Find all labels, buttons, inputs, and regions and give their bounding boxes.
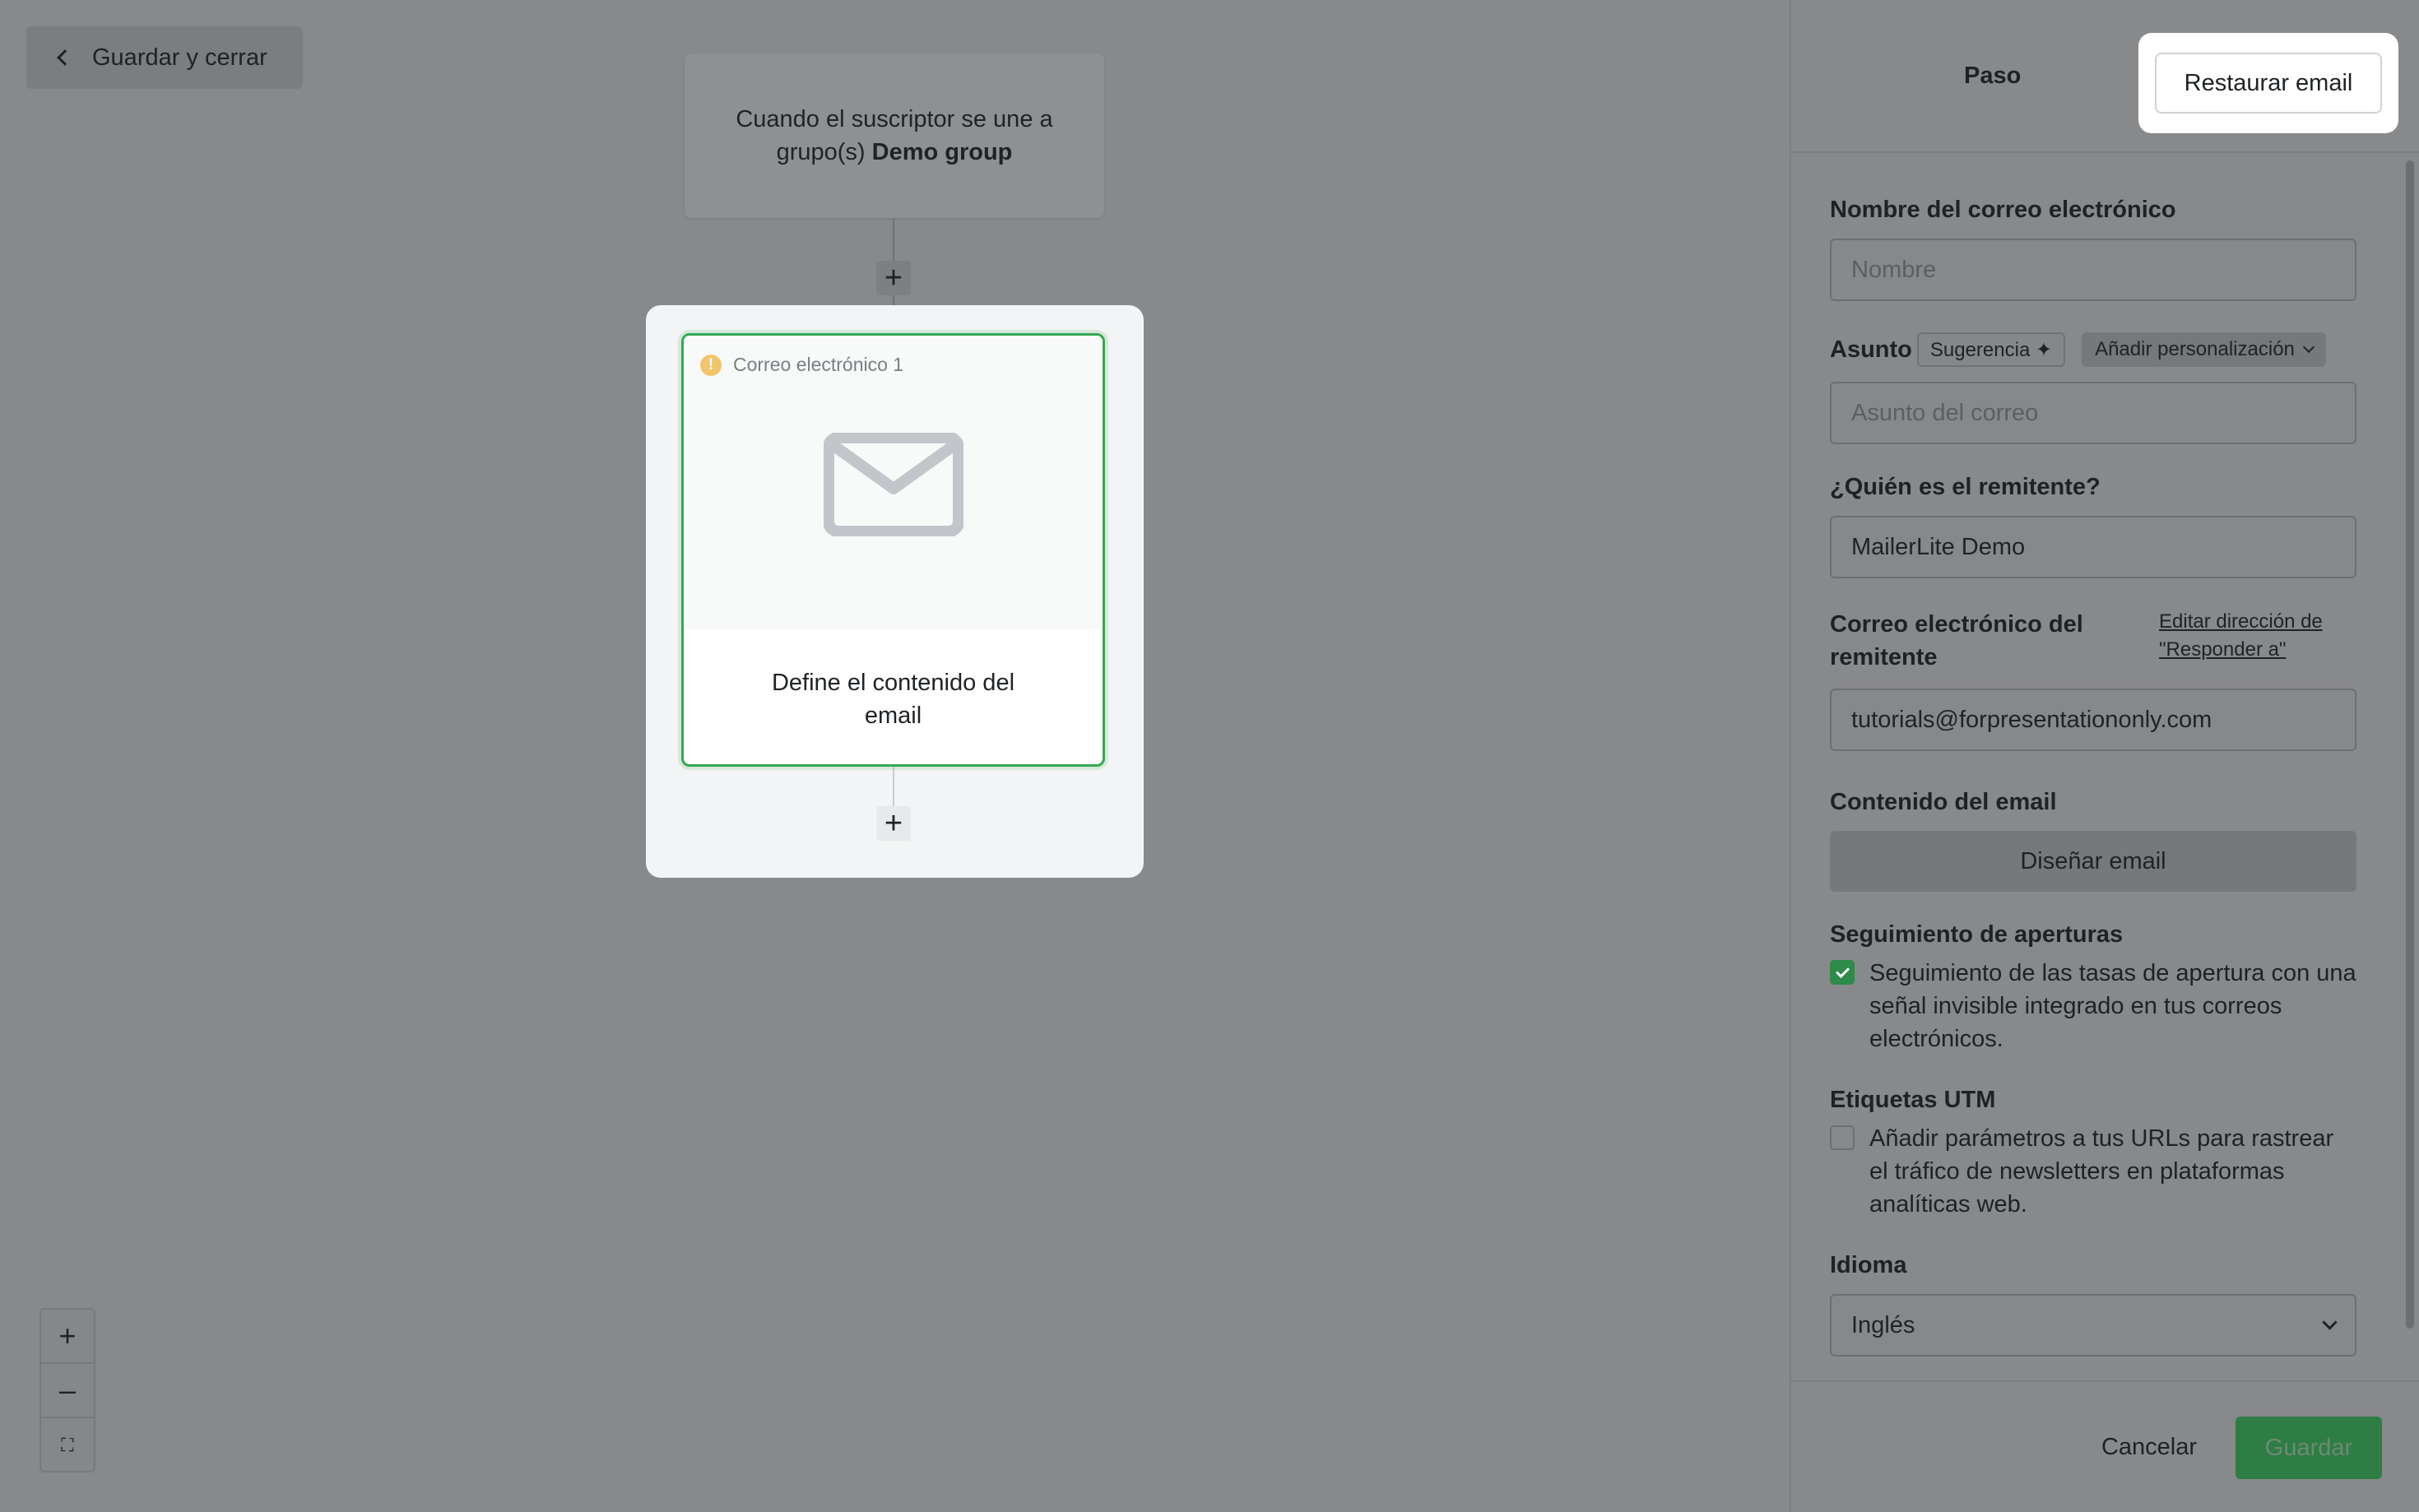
utm-label: Etiquetas UTM [1830,1087,1996,1113]
subject-label: Asunto [1830,336,1912,363]
envelope-icon [824,433,963,536]
save-button[interactable]: Guardar [2236,1417,2382,1479]
utm-checkbox[interactable] [1830,1125,1855,1150]
sender-email-input[interactable]: tutorials@forpresentationonly.com [1830,689,2356,751]
sender-name-label: ¿Quién es el remitente? [1830,474,2101,500]
email-name-input[interactable]: Nombre [1830,239,2356,301]
add-step-button-bottom[interactable]: + [876,806,911,841]
step-settings-panel: Paso Restaurar email Nombre del correo e… [1790,0,2419,1512]
add-step-button-top[interactable]: + [876,261,911,295]
open-tracking-label: Seguimiento de aperturas [1830,921,2124,948]
language-selected: Inglés [1851,1311,1915,1338]
zoom-in-button[interactable]: + [41,1310,94,1364]
sender-email-label: Correo electrónico del remitente [1830,611,2083,670]
open-tracking-option: Seguimiento de las tasas de apertura con… [1830,957,2356,1055]
language-label: Idioma [1830,1252,1907,1278]
cancel-button[interactable]: Cancelar [2068,1417,2231,1477]
email-name-label: Nombre del correo electrónico [1830,197,2176,223]
chevron-down-icon [2302,341,2315,354]
email-step-label: ! Correo electrónico 1 [700,354,903,376]
open-tracking-checkbox[interactable] [1830,960,1855,985]
save-and-close-label: Guardar y cerrar [92,44,267,71]
checkmark-icon [1835,963,1850,978]
sender-name-input[interactable]: MailerLite Demo [1830,516,2356,578]
design-email-button[interactable]: Diseñar email [1830,831,2356,892]
fit-view-icon[interactable]: ⛶ [41,1418,94,1473]
utm-text: Añadir parámetros a tus URLs para rastre… [1869,1125,2334,1217]
restore-email-button[interactable]: Restaurar email [2155,53,2382,114]
email-settings-form: Nombre del correo electrónico Nombre Asu… [1830,160,2356,1357]
panel-scrollbar[interactable] [2406,160,2414,1329]
edit-reply-to-link[interactable]: Editar dirección de "Responder a" [2159,608,2356,664]
subject-row: Asunto Sugerencia ✦ Añadir personalizaci… [1830,332,2356,367]
chevron-left-icon [57,49,73,66]
chevron-down-icon [2322,1314,2338,1330]
save-and-close-button[interactable]: Guardar y cerrar [26,26,303,89]
trigger-text: Cuando el suscriptor se une a grupo(s) D… [736,106,1053,165]
language-select[interactable]: Inglés [1830,1294,2356,1357]
subject-input[interactable]: Asunto del correo [1830,382,2356,444]
suggestion-button[interactable]: Sugerencia ✦ [1916,332,2066,367]
zoom-controls: + – ⛶ [39,1308,95,1473]
warning-icon: ! [700,354,722,376]
zoom-out-button[interactable]: – [41,1364,94,1418]
trigger-group-name: Demo group [871,139,1013,165]
email-step-body: Define el contenido del email [771,670,1015,729]
panel-title: Paso [1964,63,2022,89]
automation-canvas[interactable]: Guardar y cerrar Cuando el suscriptor se… [0,0,1790,1512]
utm-option: Añadir parámetros a tus URLs para rastre… [1830,1122,2356,1221]
email-content-label: Contenido del email [1830,789,2057,815]
open-tracking-text: Seguimiento de las tasas de apertura con… [1869,960,2356,1052]
trigger-step-card[interactable]: Cuando el suscriptor se une a grupo(s) D… [685,53,1104,218]
email-step-card[interactable]: ! Correo electrónico 1 Define el conteni… [681,333,1105,767]
add-personalization-dropdown[interactable]: Añadir personalización [2082,332,2326,367]
sender-email-header: Correo electrónico del remitente Editar … [1830,608,2356,674]
